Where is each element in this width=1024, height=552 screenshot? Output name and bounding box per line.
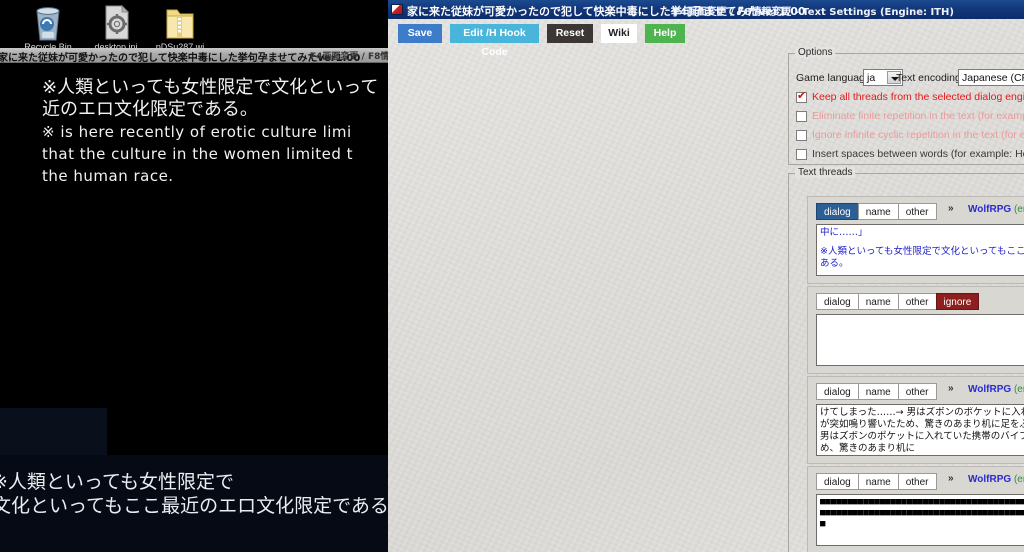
thread-text-line: ■■■■■■■■■■■■■■■■■■■■■■■■■■■■■■■■■■■■■■■■… xyxy=(820,497,1024,507)
thread-tab-dialog[interactable]: dialog xyxy=(816,473,859,490)
thread-panel: dialognameother » WolfRPG (embeddable) 782… xyxy=(807,376,1024,464)
thread-textarea[interactable] xyxy=(816,314,1024,366)
game-name-plate xyxy=(0,408,107,455)
game-language-label: Game language: xyxy=(796,72,874,84)
edit-hook-code-button[interactable]: Edit /H Hook Code xyxy=(450,24,539,58)
desktop-icon-archive[interactable]: pDSu287.wi xyxy=(142,2,218,52)
thread-tab-other[interactable]: other xyxy=(897,383,937,400)
dialog-line-2: 文化といってもここ最近のエロ文化限定である xyxy=(0,495,389,517)
game-dialog-box[interactable]: ※人類といっても女性限定で 文化といってもここ最近のエロ文化限定である ▸▸▶ xyxy=(0,455,390,552)
game-window-title: 家に来た従妹が可愛かったので犯して快楽中毒にした挙句孕ませてみたver1.00 xyxy=(0,53,361,63)
game-window-titlebar[interactable]: 家に来た従妹が可愛かったので犯して快楽中毒にした挙句孕ませてみたver1.00 … xyxy=(0,48,390,63)
thread-panel: dialognameotherignoreNot specified -1 xyxy=(807,286,1024,374)
text-encoding-value: Japanese (CP932, Shift-JIS) xyxy=(962,72,1024,84)
expand-tabs-chevron-icon[interactable]: » xyxy=(948,383,953,394)
screen-root: Recycle Bin desktop.ini pDSu287.wi 家に来た従… xyxy=(0,0,1024,552)
thread-meta: WolfRPG (embeddable) 6e6c38f2 SHIFT-JIS xyxy=(968,474,1024,485)
text-encoding-label: Text encoding: xyxy=(896,72,964,84)
thread-tab-name[interactable]: name xyxy=(857,473,899,490)
thread-engine-name: WolfRPG xyxy=(968,204,1014,215)
thread-tab-name[interactable]: name xyxy=(857,383,899,400)
thread-text-content: 中に……」 ※人類といっても女性限定で文化といってもここ最近のエロ文化限定である。 xyxy=(820,227,1024,270)
thread-tab-other[interactable]: other xyxy=(897,203,937,220)
desktop-background: Recycle Bin desktop.ini pDSu287.wi 家に来た従… xyxy=(0,0,390,552)
thread-embeddable-flag: (embeddable) xyxy=(1013,384,1024,395)
checkbox-box[interactable] xyxy=(796,149,807,160)
thread-text-line: 中に……」 xyxy=(820,227,868,238)
thread-panel: dialognameother » WolfRPG (embeddable) 6e6… xyxy=(807,466,1024,552)
reset-button[interactable]: Reset xyxy=(547,24,593,43)
app-icon xyxy=(391,4,403,15)
thread-text-spacer xyxy=(820,239,1024,246)
toolbar: Save Edit /H Hook Code Reset Wiki Help xyxy=(388,19,1024,58)
thread-textarea[interactable]: 中に……」 ※人類といっても女性限定で文化といってもここ最近のエロ文化限定である。 xyxy=(816,224,1024,276)
thread-engine-name: WolfRPG xyxy=(968,474,1014,485)
ith-window: 家に来た従妹が可愛かったので犯して快楽中毒にした挙句孕ませてみたver1.00 … xyxy=(388,0,1024,552)
checkbox-label: Ignore infinite cyclic repetition in the… xyxy=(812,129,1024,141)
checkbox-label: Keep all threads from the selected dialo… xyxy=(812,91,1024,103)
game-language-value: ja xyxy=(867,72,876,84)
thread-tab-name[interactable]: name xyxy=(857,293,899,310)
game-canvas[interactable]: ※人類といっても女性限定で文化といって 近のエロ文化限定である。 ※ is he… xyxy=(0,63,390,552)
desktop-icon-recycle-bin[interactable]: Recycle Bin xyxy=(10,2,86,52)
dialog-line-1: ※人類といっても女性限定で xyxy=(0,471,235,493)
thread-textarea[interactable]: けてしまった……→ 男はズボンのポケットに入れていた携帯のバイブが突如鳴り響いた… xyxy=(816,404,1024,456)
text-encoding-select[interactable]: Japanese (CP932, Shift-JIS) xyxy=(958,69,1024,86)
checkbox-box[interactable] xyxy=(796,111,807,122)
thread-tab-ignore[interactable]: ignore xyxy=(935,293,980,310)
game-window-hints: F4画面変更 / F8情報変更 xyxy=(310,52,390,62)
overlay-line-1: ※人類といっても女性限定で文化といって xyxy=(42,77,379,98)
thread-tab-name[interactable]: name xyxy=(857,203,899,220)
thread-meta: WolfRPG (embeddable) 786c38f2 SHIFT-JIS xyxy=(968,204,1024,215)
recycle-bin-icon xyxy=(10,2,86,42)
game-window: 家に来た従妹が可愛かったので犯して快楽中毒にした挙句孕ませてみたver1.00 … xyxy=(0,48,390,552)
thread-engine-name: WolfRPG xyxy=(968,384,1014,395)
thread-text-line: ※人類といっても女性限定で文化といってもここ最近のエロ文化限定である。 xyxy=(820,246,1024,269)
expand-tabs-chevron-icon[interactable]: » xyxy=(948,473,953,484)
thread-meta: WolfRPG (embeddable) 782c38f2 SHIFT-JIS xyxy=(968,384,1024,395)
help-button[interactable]: Help xyxy=(645,24,685,43)
thread-text-line: けてしまった……→ 男はズボンのポケットに入れていた携帯のバイブが突如鳴り響いた… xyxy=(820,407,1024,454)
thread-tab-other[interactable]: other xyxy=(897,473,937,490)
options-group-title: Options xyxy=(795,47,836,58)
thread-text-content: けてしまった……→ 男はズボンのポケットに入れていた携帯のバイブが突如鳴り響いた… xyxy=(820,407,1024,455)
ith-window-subtitle: F4画面変更 / F8情報変更 - Text Settings (Engine:… xyxy=(673,7,954,18)
checkbox-box[interactable] xyxy=(796,90,807,103)
overlay-line-2: 近のエロ文化限定である。 xyxy=(42,99,258,120)
overlay-line-4: that the culture in the women limited t xyxy=(42,145,354,163)
thread-embeddable-flag: (embeddable) xyxy=(1013,474,1024,485)
thread-text-content: ■■■■■■■■■■■■■■■■■■■■■■■■■■■■■■■■■■■■■ ■■■… xyxy=(820,497,1024,530)
expand-tabs-chevron-icon[interactable]: » xyxy=(948,203,953,214)
checkbox-label: Eliminate finite repetition in the text … xyxy=(812,110,1024,122)
checkbox-box[interactable] xyxy=(796,130,807,141)
thread-tabstrip: dialog name other xyxy=(816,383,937,400)
thread-tabstrip: dialog name other ignore xyxy=(816,293,980,310)
wiki-button[interactable]: Wiki xyxy=(601,24,637,43)
checkbox-label: Insert spaces between words (for example… xyxy=(812,148,1024,160)
thread-tab-dialog[interactable]: dialog xyxy=(816,293,859,310)
save-button[interactable]: Save xyxy=(398,24,442,43)
thread-textarea[interactable]: ■■■■■■■■■■■■■■■■■■■■■■■■■■■■■■■■■■■■■ ■■■… xyxy=(816,494,1024,546)
thread-text-line: ■ xyxy=(820,519,826,529)
game-overlay-text: ※人類といっても女性限定で文化といって 近のエロ文化限定である。 ※ is he… xyxy=(42,77,390,187)
overlay-line-5: the human race. xyxy=(42,167,174,185)
thread-panel: dialognameother » WolfRPG (embeddable) 786… xyxy=(807,196,1024,284)
thread-embeddable-flag: (embeddable) xyxy=(1013,204,1024,215)
thread-tabstrip: dialog name other xyxy=(816,473,937,490)
thread-tab-dialog[interactable]: dialog xyxy=(816,383,859,400)
zip-folder-icon xyxy=(142,2,218,42)
thread-tab-other[interactable]: other xyxy=(897,293,937,310)
thread-tabstrip: dialog name other xyxy=(816,203,937,220)
thread-tab-dialog[interactable]: dialog xyxy=(816,203,859,220)
text-threads-group-title: Text threads xyxy=(795,167,856,178)
overlay-line-3: ※ is here recently of erotic culture lim… xyxy=(42,123,352,141)
thread-text-line: ■■■■■■■■■■■■■■■■■■■■■■■■■■■■■■■■■■■■■■■■… xyxy=(820,508,1024,518)
ith-titlebar[interactable]: 家に来た従妹が可愛かったので犯して快楽中毒にした挙句孕ませてみたver1.00 … xyxy=(388,0,1024,19)
